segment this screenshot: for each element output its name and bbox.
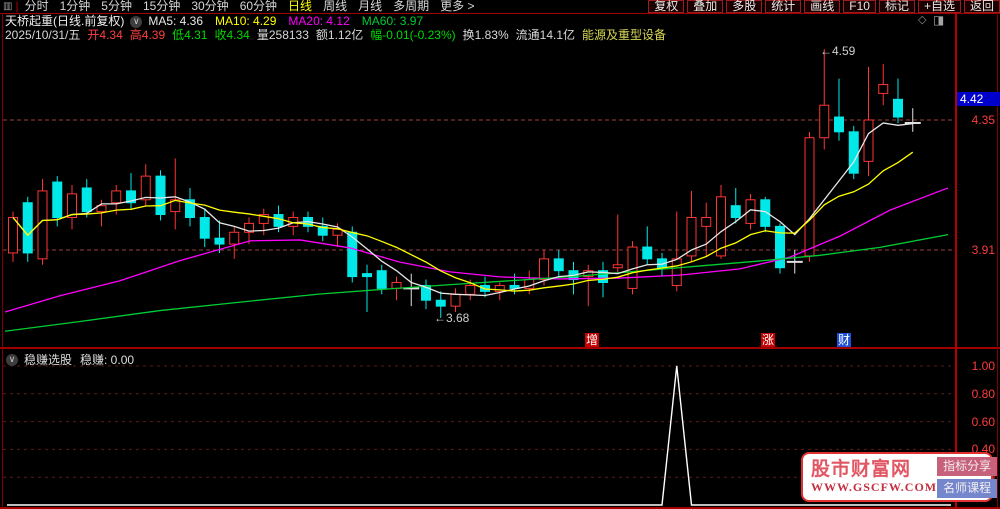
period-tab[interactable]: 多周期 — [393, 0, 429, 13]
quote-field: 幅-0.01(-0.23%) — [370, 28, 456, 42]
watermark-tag: 指标分享 — [937, 456, 998, 476]
watermark-tags: 指标分享 名师课程 — [937, 456, 998, 498]
chart-marker-badge: 财 — [837, 333, 851, 347]
indicator-header: ∨ 稳赚选股 稳赚: 0.00 — [6, 351, 134, 368]
chart-marker-badge: 涨 — [761, 333, 775, 347]
quote-field: 流通14.1亿 — [515, 28, 576, 42]
toolbar-button[interactable]: 叠加 — [687, 0, 724, 13]
period-tab[interactable]: 月线 — [358, 0, 382, 13]
toolbar-button[interactable]: 统计 — [765, 0, 802, 13]
toolbar-button[interactable]: +自选 — [917, 0, 961, 13]
period-tabs: 分时 1分钟 5分钟 15分钟 30分钟 60分钟 日线 周线 月线 多周期 更多 > — [25, 0, 486, 13]
period-toolbar: ▥ | 分时 1分钟 5分钟 15分钟 30分钟 60分钟 日线 周线 月线 多周期 更多 > 复权… — [0, 0, 1000, 14]
period-tab[interactable]: 5分钟 — [101, 0, 132, 13]
period-tab[interactable]: 周线 — [323, 0, 347, 13]
quote-field: 低4.31 — [172, 28, 208, 42]
period-tab[interactable]: 30分钟 — [191, 0, 228, 13]
ma-legend-item: MA20: 4.12 — [288, 14, 350, 28]
action-buttons: 复权 叠加 多股 统计 画线 F10 标记 +自选 返回 — [645, 0, 1000, 13]
toolbar-button[interactable]: 多股 — [726, 0, 763, 13]
quote-field: 2025/10/31/五 — [5, 28, 81, 42]
chart-marker-badge: 增 — [585, 333, 599, 347]
price-axis-label: 3.91 — [971, 242, 995, 257]
quote-field: 开4.34 — [87, 28, 123, 42]
instrument-title: 天桥起重(日线.前复权) — [5, 14, 125, 28]
menu-grid-icon[interactable]: ▥ — [3, 0, 12, 13]
quote-field: 能源及重型设备 — [582, 28, 667, 42]
instrument-info-bar: 天桥起重(日线.前复权) ∨ MA5: 4.36 MA10: 4.29 MA20: … — [5, 15, 435, 28]
indicator-name[interactable]: 稳赚选股 — [24, 351, 72, 368]
toolbar-separator: | — [15, 0, 19, 13]
split-view-icon[interactable]: ◨ — [933, 14, 944, 26]
chevron-down-icon[interactable]: ∨ — [130, 15, 143, 28]
ma-legend-item: MA5: 4.36 — [148, 14, 204, 28]
period-tab[interactable]: 15分钟 — [143, 0, 180, 13]
period-tab[interactable]: 1分钟 — [60, 0, 91, 13]
toolbar-button[interactable]: F10 — [843, 0, 876, 13]
indicator-value: 稳赚: 0.00 — [80, 353, 135, 367]
watermark-url: WWW.GSCFW.COM — [811, 480, 938, 494]
watermark-title: 股市财富网 — [811, 459, 912, 480]
price-axis-label: 4.35 — [971, 113, 995, 127]
toolbar-button[interactable]: 画线 — [804, 0, 841, 13]
main-candlestick-chart[interactable] — [3, 44, 955, 347]
ma-legend-item: MA10: 4.29 — [215, 14, 277, 28]
period-tab[interactable]: 分时 — [25, 0, 49, 13]
period-tab[interactable]: 更多 > — [440, 0, 474, 13]
toolbar-button[interactable]: 返回 — [963, 0, 1000, 13]
toolbar-button[interactable]: 复权 — [648, 0, 685, 13]
price-annotation: ←4.59 — [820, 44, 856, 58]
price-annotation: ←3.68 — [434, 311, 470, 325]
current-price-badge: 4.42 — [957, 92, 1000, 107]
quote-bar: 2025/10/31/五 开4.34 高4.39 低4.31 收4.34 量258133 额… — [5, 29, 673, 42]
left-border — [2, 13, 3, 507]
quote-field: 高4.39 — [129, 28, 166, 42]
indicator-axis-label: 0.80 — [971, 386, 995, 401]
toolbar-button[interactable]: 标记 — [878, 0, 915, 13]
stock-app-window: ▥ | 分时 1分钟 5分钟 15分钟 30分钟 60分钟 日线 周线 月线 多周期 更多 > 复权… — [0, 0, 1000, 509]
diamond-icon[interactable]: ◇ — [918, 15, 926, 26]
quote-field: 额1.12亿 — [315, 28, 364, 42]
watermark-card: 股市财富网 WWW.GSCFW.COM 指标分享 名师课程 — [801, 452, 998, 502]
ma-legend-item: MA60: 3.97 — [361, 14, 424, 28]
quote-field: 换1.83% — [462, 28, 509, 42]
quote-field: 收4.34 — [214, 28, 250, 42]
quote-field: 量258133 — [256, 28, 309, 42]
right-border — [997, 13, 998, 507]
chevron-down-icon[interactable]: ∨ — [6, 353, 18, 366]
price-axis-line — [955, 13, 957, 507]
indicator-axis-label: 1.00 — [971, 359, 995, 373]
ma-legend: MA5: 4.36 MA10: 4.29 MA20: 4.12 MA60: 3.97 — [148, 15, 435, 28]
indicator-axis-label: 0.60 — [971, 414, 995, 429]
period-tab[interactable]: 60分钟 — [240, 0, 277, 13]
watermark-tag: 名师课程 — [937, 478, 998, 498]
period-tab[interactable]: 日线 — [288, 0, 312, 13]
